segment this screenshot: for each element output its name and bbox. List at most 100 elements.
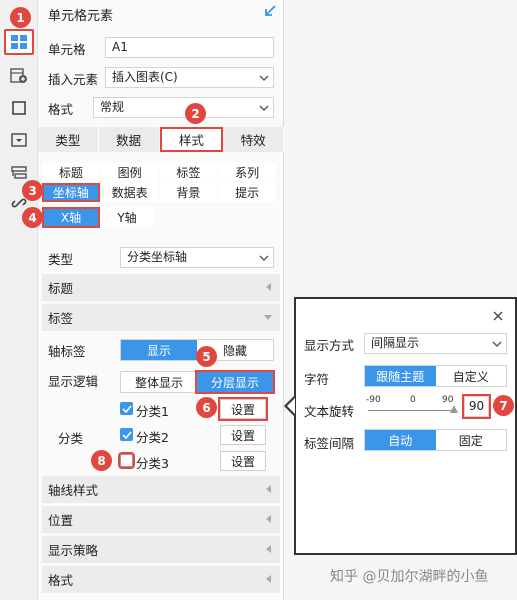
category3-checkbox[interactable]: [118, 452, 135, 469]
annotation-badge-4: 4: [22, 207, 43, 228]
axis-tabs: X轴 Y轴: [42, 207, 153, 228]
axis-label-label: 轴标签: [48, 344, 86, 359]
font-follow-theme[interactable]: 跟随主题: [365, 366, 436, 386]
section-axis-line-style-label: 轴线样式: [48, 483, 99, 498]
caret-down-icon: [264, 315, 272, 320]
annotation-badge-1: 1: [10, 7, 31, 28]
cell-label: 单元格: [48, 42, 86, 57]
cell-element-rail-button[interactable]: [4, 29, 34, 55]
section-format[interactable]: 格式: [42, 566, 280, 593]
annotation-badge-8: 8: [91, 450, 112, 471]
axis-type-select[interactable]: 分类坐标轴: [120, 247, 274, 268]
rotation-slider[interactable]: -90 0 90: [366, 395, 458, 419]
style-item-axis[interactable]: 坐标轴: [42, 183, 100, 202]
slider-thumb-icon[interactable]: [450, 405, 458, 413]
close-icon[interactable]: [493, 311, 503, 321]
display-logic-toggle: 整体显示 分层显示: [120, 370, 275, 394]
popup-pointer-inner: [287, 398, 295, 414]
category1-settings-button[interactable]: 设置: [218, 397, 268, 421]
tab-type[interactable]: 类型: [38, 127, 99, 152]
category2-label: 分类2: [136, 430, 169, 445]
annotation-badge-6: 6: [196, 397, 217, 418]
style-item-data-table[interactable]: 数据表: [100, 183, 159, 202]
insert-element-value: 插入图表(C): [112, 70, 178, 84]
insert-element-rail-button[interactable]: [4, 63, 34, 89]
category2-checkbox[interactable]: [120, 428, 133, 441]
style-item-legend[interactable]: 图例: [100, 163, 159, 182]
section-display-strategy[interactable]: 显示策略: [42, 536, 280, 563]
tab-data[interactable]: 数据: [98, 127, 160, 152]
caret-left-icon: [266, 575, 271, 583]
annotation-badge-2: 2: [185, 103, 206, 124]
font-toggle: 跟随主题 自定义: [364, 365, 507, 387]
insert-element-select[interactable]: 插入图表(C): [105, 67, 274, 88]
display-mode-value: 间隔显示: [371, 336, 420, 350]
format-value: 常规: [100, 100, 125, 114]
tool-rail: [0, 0, 38, 600]
cell-input[interactable]: A1: [105, 37, 274, 58]
section-display-strategy-label: 显示策略: [48, 543, 99, 558]
panel-title: 单元格元素: [48, 9, 114, 24]
rotation-min: -90: [366, 395, 381, 405]
watermark: 知乎 @贝加尔湖畔的小鱼: [330, 569, 489, 585]
category-settings-popup: 显示方式 间隔显示 字符 跟随主题 自定义 文本旋转 -90 0 90 90 标…: [294, 297, 517, 555]
tab-y-axis[interactable]: Y轴: [101, 207, 153, 228]
caret-left-icon: [266, 283, 271, 291]
category3-label: 分类3: [136, 456, 169, 471]
category3-settings-button[interactable]: 设置: [220, 451, 266, 471]
style-item-background[interactable]: 背景: [159, 183, 218, 202]
condition-icon: [11, 166, 27, 179]
section-label[interactable]: 标签: [42, 304, 280, 331]
check-icon: [121, 404, 132, 413]
rotation-mid: 0: [410, 395, 416, 405]
style-item-tooltip[interactable]: 提示: [218, 183, 276, 202]
display-mode-label: 显示方式: [304, 338, 355, 353]
tab-style[interactable]: 样式: [159, 127, 224, 152]
chevron-down-icon: [259, 105, 269, 111]
font-custom[interactable]: 自定义: [436, 366, 507, 386]
widget-icon: [11, 133, 27, 147]
font-label: 字符: [304, 372, 330, 387]
chevron-down-icon: [259, 75, 269, 81]
collapse-arrow-icon[interactable]: [263, 4, 277, 18]
format-select[interactable]: 常规: [93, 97, 274, 118]
label-spacing-toggle: 自动 固定: [364, 429, 507, 451]
chevron-down-icon: [492, 341, 502, 347]
slider-track: [368, 410, 454, 411]
caret-left-icon: [266, 515, 271, 523]
border-rail-button[interactable]: [4, 95, 34, 121]
label-spacing-auto[interactable]: 自动: [365, 430, 436, 450]
section-label-label: 标签: [48, 311, 74, 326]
widget-rail-button[interactable]: [4, 127, 34, 153]
tab-effects[interactable]: 特效: [223, 127, 284, 152]
rotation-value-input[interactable]: 90: [462, 394, 491, 419]
section-format-label: 格式: [48, 573, 74, 588]
axis-label-show[interactable]: 显示: [121, 340, 197, 360]
cell-element-panel: 单元格元素 单元格 A1 插入元素 插入图表(C) 格式 常规 类型 数据 样式…: [38, 0, 284, 600]
display-logic-whole[interactable]: 整体显示: [121, 372, 197, 392]
annotation-badge-7: 7: [493, 395, 514, 416]
section-title-label: 标题: [48, 281, 74, 296]
axis-type-label: 类型: [48, 252, 74, 267]
check-icon: [121, 430, 132, 439]
style-item-title[interactable]: 标题: [42, 163, 100, 182]
chevron-down-icon: [259, 255, 269, 261]
category2-settings-button[interactable]: 设置: [220, 425, 266, 445]
label-spacing-fixed[interactable]: 固定: [436, 430, 507, 450]
rotation-max: 90: [442, 395, 454, 405]
cell-grid-icon: [11, 35, 27, 49]
display-mode-select[interactable]: 间隔显示: [364, 333, 507, 354]
section-axis-line-style[interactable]: 轴线样式: [42, 476, 280, 503]
style-item-series[interactable]: 系列: [218, 163, 276, 182]
panel-tabs: 类型 数据 样式 特效: [38, 127, 284, 152]
category1-checkbox[interactable]: [120, 402, 133, 415]
section-position[interactable]: 位置: [42, 506, 280, 533]
style-item-label[interactable]: 标签: [159, 163, 218, 182]
annotation-badge-5: 5: [196, 346, 217, 367]
display-logic-label: 显示逻辑: [48, 374, 99, 389]
tab-x-axis[interactable]: X轴: [42, 207, 100, 228]
section-position-label: 位置: [48, 513, 74, 528]
category1-label: 分类1: [136, 404, 169, 419]
section-title[interactable]: 标题: [42, 274, 280, 301]
display-logic-layered[interactable]: 分层显示: [195, 370, 275, 394]
